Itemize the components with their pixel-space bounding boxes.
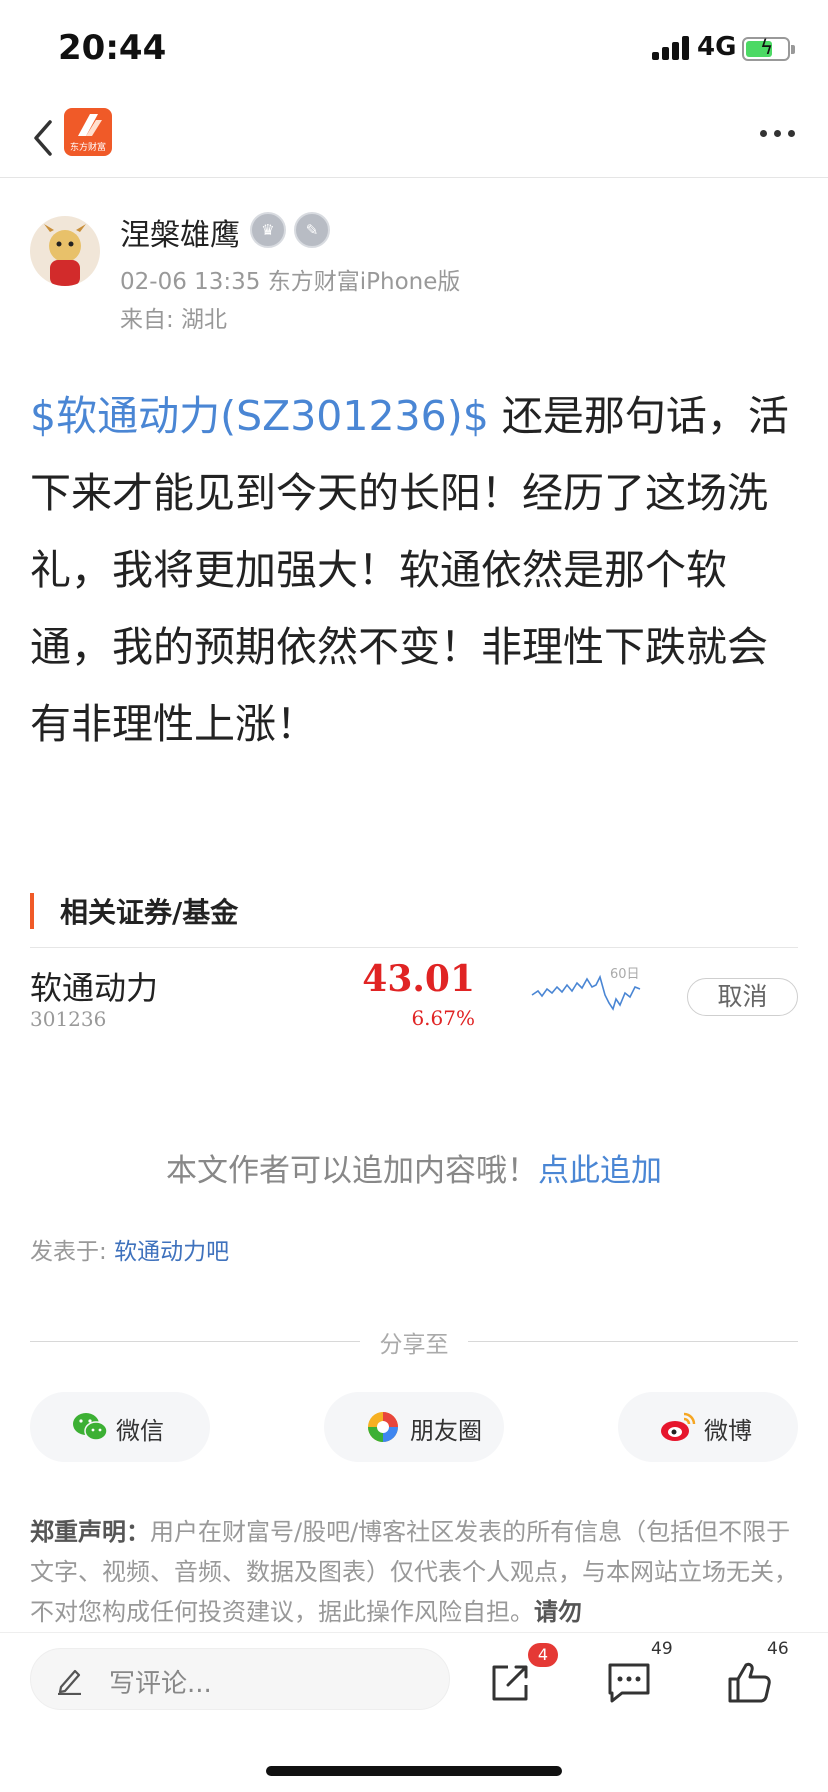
stock-sparkline[interactable]: 60日 — [530, 965, 645, 1025]
logo-icon — [78, 114, 102, 136]
comment-placeholder: 写评论... — [109, 1669, 212, 1699]
post-meta: 02-06 13:35 东方财富iPhone版 — [120, 269, 461, 295]
nav-bar: 东方财富 — [0, 100, 828, 178]
related-title: 相关证券/基金 — [60, 896, 239, 929]
stock-code: 301236 — [30, 1007, 107, 1031]
sparkline-label: 60日 — [610, 967, 640, 982]
share-label: 分享至 — [379, 1332, 449, 1358]
post-location: 来自: 湖北 — [120, 307, 228, 333]
share-count-badge: 4 — [528, 1643, 558, 1667]
network-label: 4G — [697, 32, 737, 62]
stock-tag-link[interactable]: $软通动力(SZ301236)$ — [30, 392, 489, 440]
post-text: 还是那句话，活下来才能见到今天的长阳！经历了这场洗礼，我将更加强大！软通依然是那… — [30, 392, 789, 748]
share-weibo-label: 微博 — [704, 1417, 752, 1445]
author-badge-icon: ✎ — [294, 212, 330, 248]
posted-in: 发表于: 软通动力吧 — [30, 1232, 229, 1266]
append-text: 本文作者可以追加内容哦！ — [166, 1153, 538, 1189]
disclaimer-title: 郑重声明： — [30, 1518, 150, 1546]
bar-link[interactable]: 软通动力吧 — [114, 1239, 229, 1265]
share-wechat-label: 微信 — [116, 1417, 164, 1445]
comment-input[interactable]: 写评论... — [30, 1648, 450, 1710]
share-moments-label: 朋友圈 — [410, 1417, 482, 1445]
more-icon[interactable] — [760, 128, 796, 140]
disclaimer-tail: 请勿 — [534, 1598, 582, 1626]
like-count: 46 — [767, 1639, 789, 1659]
wechat-icon — [73, 1413, 108, 1441]
author-name[interactable]: 涅槃雄鹰 — [120, 210, 240, 254]
section-accent-bar — [30, 893, 34, 929]
weibo-icon — [661, 1412, 696, 1441]
status-bar: 20:44 4G ϟ — [0, 0, 828, 100]
status-time: 20:44 — [58, 28, 167, 68]
battery-icon: ϟ — [742, 35, 795, 61]
home-indicator — [266, 1766, 562, 1776]
share-icon[interactable] — [486, 1657, 536, 1707]
back-icon[interactable] — [28, 114, 64, 162]
stock-price: 43.01 — [362, 958, 475, 1000]
comment-icon[interactable] — [604, 1657, 654, 1707]
comment-count: 49 — [651, 1639, 673, 1659]
stock-change: 6.67% — [411, 1006, 475, 1030]
like-icon[interactable] — [724, 1657, 774, 1707]
app-logo: 东方财富 — [64, 108, 112, 156]
post-content: $软通动力(SZ301236)$ 还是那句话，活下来才能见到今天的长阳！经历了这… — [30, 378, 800, 763]
append-link[interactable]: 点此追加 — [538, 1153, 662, 1189]
level-badge-icon: ♛ — [250, 212, 286, 248]
append-prompt: 本文作者可以追加内容哦！点此追加 — [0, 1145, 828, 1190]
avatar[interactable] — [30, 216, 100, 286]
stock-name[interactable]: 软通动力 — [30, 963, 158, 1009]
logo-text: 东方财富 — [69, 143, 106, 153]
posted-label: 发表于: — [30, 1239, 115, 1265]
divider — [30, 947, 798, 948]
signal-icon — [652, 36, 692, 60]
pencil-icon — [58, 1669, 81, 1695]
share-wechat-button[interactable]: 微信 — [30, 1392, 210, 1462]
moments-icon — [368, 1412, 398, 1442]
share-moments-button[interactable]: 朋友圈 — [324, 1392, 504, 1462]
disclaimer: 郑重声明：用户在财富号/股吧/博客社区发表的所有信息（包括但不限于文字、视频、音… — [30, 1512, 800, 1632]
cancel-follow-button[interactable]: 取消 — [687, 978, 798, 1016]
share-weibo-button[interactable]: 微博 — [618, 1392, 798, 1462]
